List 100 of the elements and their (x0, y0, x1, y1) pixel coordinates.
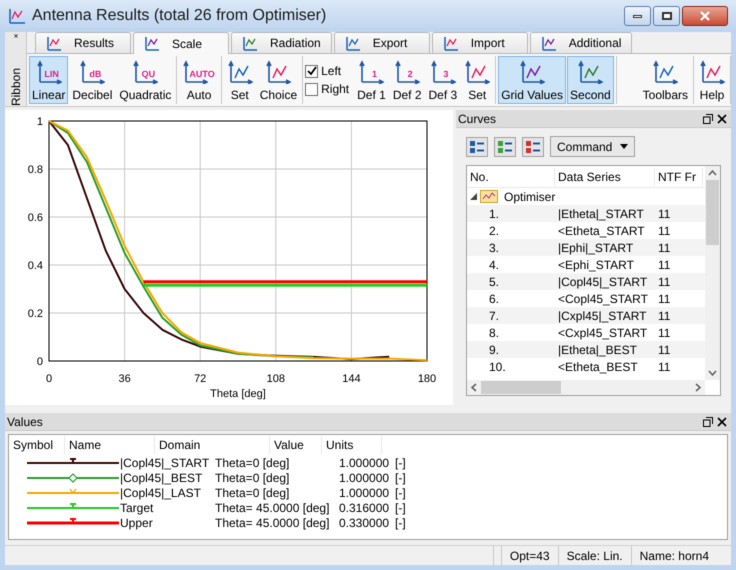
tab-chart-icon (540, 36, 557, 50)
toolbar-button[interactable]: dB Decibel (69, 56, 116, 104)
ribbon-tab[interactable]: Additional (530, 32, 632, 53)
curve-row[interactable]: 9. |Etheta|_BEST 11 (467, 341, 705, 358)
chart-axes-icon (226, 60, 253, 84)
close-icon (700, 11, 710, 21)
ribbon-label: Ribbon (10, 68, 22, 106)
horizontal-scrollbar[interactable] (467, 380, 705, 395)
toolbar-button[interactable]: Choice (256, 56, 300, 104)
toolbar-button[interactable]: 3 Def 3 (426, 56, 460, 104)
table-cell-text: [-] (395, 454, 406, 472)
close-icon[interactable] (717, 416, 727, 426)
toolbar-button[interactable]: Help (696, 56, 728, 104)
x-tick-label: 144 (342, 373, 361, 385)
table-cell-text: 0.316000 (338, 500, 390, 516)
column-header[interactable]: Units (322, 436, 382, 454)
float-icon[interactable] (703, 416, 713, 426)
column-header[interactable]: Symbol (9, 436, 65, 454)
toolbar-button[interactable]: QU Quadratic (116, 56, 174, 104)
table-cell-text: |Copl45|_BEST (119, 470, 204, 486)
ribbon-tab[interactable]: Scale (133, 32, 229, 54)
tab-chart-icon (46, 36, 62, 50)
curve-row[interactable]: 1. |Etheta|_START 11 (467, 205, 705, 222)
column-header[interactable]: Domain (155, 436, 270, 454)
command-dropdown[interactable]: Command (550, 136, 636, 157)
chart-axes-icon (577, 60, 604, 84)
chart-axes-icon (265, 60, 292, 84)
y-tick-label: 0 (36, 356, 43, 368)
table-cell-text: Theta=0 [deg] (215, 454, 290, 472)
x-axis-title: Theta [deg] (210, 388, 266, 400)
ribbon-tab[interactable]: Results (35, 32, 131, 53)
series-tool-icon[interactable] (494, 136, 516, 156)
table-cell-text: 1.000000 (338, 454, 390, 472)
table-cell-text: Target (119, 500, 154, 516)
toolbar-button[interactable]: Toolbars (640, 56, 691, 104)
curve-row[interactable]: 3. |Ephi|_START 11 (467, 239, 705, 256)
panel-title: Curves (458, 110, 496, 128)
app-chart-icon (8, 8, 26, 24)
toolbar-button[interactable]: Set (224, 56, 256, 104)
y-tick-label: 0.8 (28, 164, 43, 176)
checkbox[interactable]: Right (305, 82, 350, 96)
y-tick-label: 0.2 (28, 308, 43, 320)
y-tick-label: 0.4 (28, 260, 43, 272)
group-label[interactable]: Optimiser (504, 188, 556, 206)
table-cell-text: Upper (119, 514, 154, 532)
tab-chart-icon (144, 36, 160, 51)
table-cell-text: |Copl45|_LAST (119, 484, 202, 502)
x-tick-label: 0 (46, 373, 52, 385)
chart-axes-icon (699, 60, 725, 84)
column-header[interactable]: NTF Fr (655, 168, 703, 186)
table-cell-text: Theta= 45.0000 [deg] (215, 500, 330, 516)
table-cell-text: [-] (395, 500, 406, 516)
maximize-button[interactable] (653, 6, 680, 26)
table-cell-text: |Copl45|_START (119, 454, 210, 472)
float-icon[interactable] (703, 114, 713, 124)
x-tick-label: 108 (266, 373, 285, 385)
checkbox[interactable]: Left (305, 64, 350, 78)
table-cell-text: [-] (395, 470, 406, 486)
table-cell-text: [-] (395, 514, 406, 532)
y-tick-label: 0.6 (28, 212, 43, 224)
expand-arrow-icon[interactable] (470, 193, 477, 200)
ribbon-tab[interactable]: Radiation (231, 32, 332, 53)
tab-chart-icon (344, 36, 361, 50)
curve-row[interactable]: 7. |Cxpl45|_START 11 (467, 307, 705, 324)
window-title: Antenna Results (total 26 from Optimiser) (32, 6, 326, 26)
table-cell-text: Theta=0 [deg] (215, 484, 290, 502)
column-header[interactable]: Name (65, 436, 155, 454)
toolbar-button[interactable]: Set (461, 56, 494, 104)
chart-axes-icon (464, 60, 490, 84)
column-header[interactable]: Data Series (555, 168, 655, 186)
folder-chart-icon (480, 190, 498, 203)
series-tool-icon[interactable] (522, 136, 544, 156)
x-tick-label: 72 (194, 373, 206, 385)
table-cell-text: 1.000000 (338, 484, 390, 502)
close-icon[interactable] (717, 114, 727, 124)
status-text: Scale: Lin. (558, 546, 631, 565)
column-header[interactable]: Value (270, 436, 322, 454)
curve-row[interactable]: 5. |Copl45|_START 11 (467, 273, 705, 290)
x-tick-label: 180 (418, 373, 436, 385)
toolbar-button[interactable]: LIN Linear (29, 56, 68, 104)
toolbar-button[interactable]: AUTO Auto (179, 56, 219, 104)
caret-icon (620, 144, 628, 149)
column-header[interactable]: No. (467, 168, 555, 186)
ribbon-tab[interactable]: Import (432, 32, 528, 53)
toolbar-button[interactable]: 2 Def 2 (390, 56, 425, 104)
table-cell-text: [-] (395, 484, 406, 502)
tab-chart-icon (442, 36, 459, 50)
toolbar-button[interactable]: 1 Def 1 (354, 56, 389, 104)
minimize-button[interactable] (624, 6, 651, 26)
series-tool-icon[interactable] (466, 136, 488, 156)
status-text: Name: horn4 (630, 546, 717, 565)
ribbon-tab[interactable]: Export (334, 32, 430, 53)
table-cell-text: Theta= 45.0000 [deg] (215, 514, 330, 532)
vertical-scrollbar[interactable] (705, 166, 720, 380)
panel-title: Values (7, 414, 43, 430)
status-text: Opt=43 (500, 546, 558, 565)
close-button[interactable] (682, 6, 728, 26)
toolbar-button[interactable]: Grid Values (498, 56, 566, 104)
table-cell-text: 0.330000 (338, 514, 390, 532)
toolbar-button[interactable]: Second (567, 56, 614, 104)
